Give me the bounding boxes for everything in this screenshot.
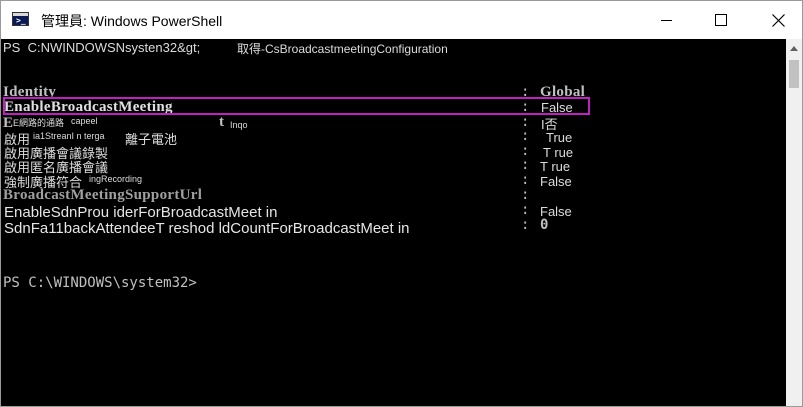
separator: :: [521, 187, 530, 203]
scroll-up-icon[interactable]: [790, 46, 798, 51]
minimize-button[interactable]: [643, 1, 689, 39]
separator: :: [521, 128, 530, 144]
property-name-part: 離子電池: [125, 132, 178, 147]
maximize-button[interactable]: [698, 1, 744, 39]
vertical-scrollbar[interactable]: [786, 39, 802, 406]
prompt-line: PS C:NWINDOWSNsysten32&gt;: [3, 40, 201, 55]
property-value: T rue: [540, 159, 571, 174]
separator: :: [521, 157, 530, 173]
property-value: False: [540, 174, 572, 189]
separator: :: [521, 172, 530, 188]
property-value: True: [546, 130, 573, 145]
console-output[interactable]: PS C:NWINDOWSNsysten32&gt; 取得-CsBroadcas…: [1, 39, 786, 406]
powershell-window: >_ 管理員: Windows PowerShell PS C:NWINDOWS…: [0, 0, 803, 407]
maximize-icon: [715, 14, 727, 26]
minimize-icon: [660, 19, 672, 21]
close-button[interactable]: [755, 1, 801, 39]
highlight-box: [3, 97, 590, 115]
property-name: SdnFa11backAttendeeT reshod ldCountForBr…: [4, 220, 410, 237]
separator: :: [521, 217, 530, 233]
property-name: EnableSdnProu iderForBroadcastMeet in: [4, 204, 278, 221]
command-text: 取得-CsBroadcastmeetingConfiguration: [237, 42, 448, 56]
separator: :: [521, 202, 530, 218]
window-title: 管理員: Windows PowerShell: [41, 13, 223, 29]
powershell-icon[interactable]: >_: [12, 12, 29, 26]
property-name-part: capeel: [71, 116, 98, 126]
property-name-part: t: [219, 114, 225, 130]
scroll-thumb[interactable]: [789, 60, 799, 88]
title-bar[interactable]: >_ 管理員: Windows PowerShell: [1, 1, 802, 39]
property-name-part: ia1StreanI n terga: [33, 131, 105, 141]
property-name: BroadcastMeetingSupportUrl: [3, 187, 203, 203]
property-value: T rue: [543, 145, 574, 160]
final-prompt: PS C:\WINDOWS\system32>: [3, 275, 197, 291]
property-name-part: E網路的通路: [13, 118, 65, 128]
property-name-part: ingRecording: [89, 174, 143, 184]
close-icon: [771, 13, 785, 27]
property-name-part: Inqo: [230, 120, 248, 130]
property-value: 0: [540, 217, 549, 233]
